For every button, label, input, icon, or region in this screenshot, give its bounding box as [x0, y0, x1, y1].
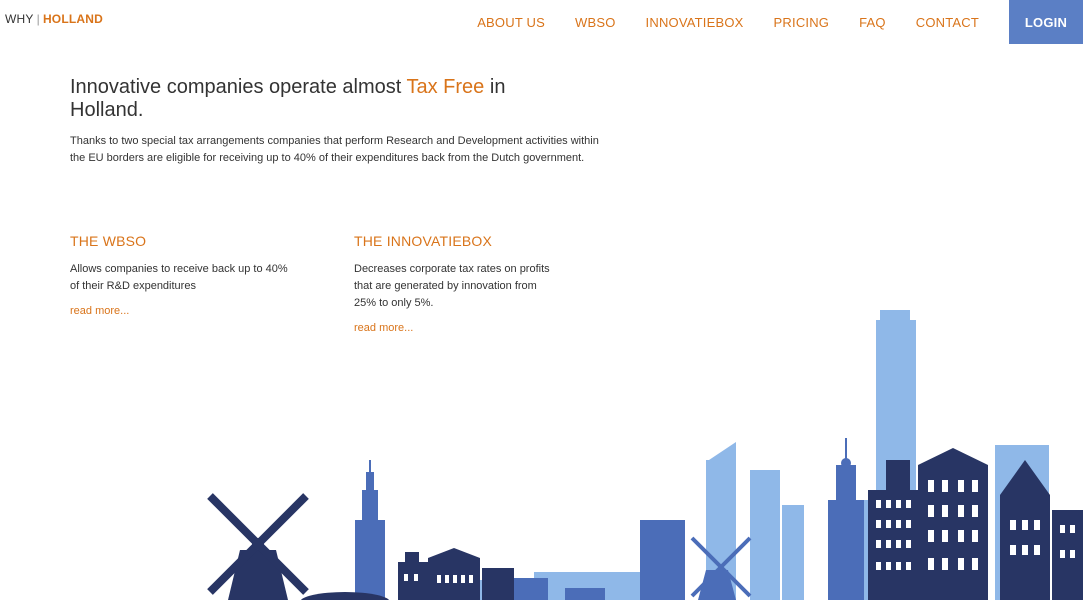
nav-about-us[interactable]: ABOUT US: [477, 15, 545, 30]
hero-title-part1: Innovative companies operate almost: [70, 76, 407, 98]
nav-innovatiebox[interactable]: INNOVATIEBOX: [646, 15, 744, 30]
nav-wbso[interactable]: WBSO: [575, 15, 616, 30]
login-button[interactable]: LOGIN: [1009, 0, 1083, 44]
hero-title: Innovative companies operate almost Tax …: [70, 76, 550, 122]
innovatiebox-title: THE INNOVATIEBOX: [354, 233, 493, 249]
main-nav: ABOUT US WBSO INNOVATIEBOX PRICING FAQ C…: [477, 0, 1083, 44]
wbso-text: Allows companies to receive back up to 4…: [70, 263, 288, 292]
wbso-title: THE WBSO: [70, 233, 147, 249]
logo-brand: HOLLAND: [42, 12, 103, 26]
nav-faq[interactable]: FAQ: [859, 15, 886, 30]
site-logo[interactable]: WHY | HOLLAND: [5, 12, 103, 26]
hero-description: Thanks to two special tax arrangements c…: [70, 135, 599, 164]
top-navigation-bar: WHY | HOLLAND ABOUT US WBSO INNOVATIEBOX P…: [0, 0, 1083, 44]
nav-pricing[interactable]: PRICING: [774, 15, 830, 30]
nav-contact[interactable]: CONTACT: [916, 15, 979, 30]
logo-prefix: WHY: [5, 12, 34, 26]
windmill-left-icon: [207, 493, 309, 600]
logo-separator: |: [36, 12, 40, 26]
holland-skyline-illustration: [207, 310, 1083, 600]
hero-title-accent: Tax Free: [406, 76, 485, 98]
